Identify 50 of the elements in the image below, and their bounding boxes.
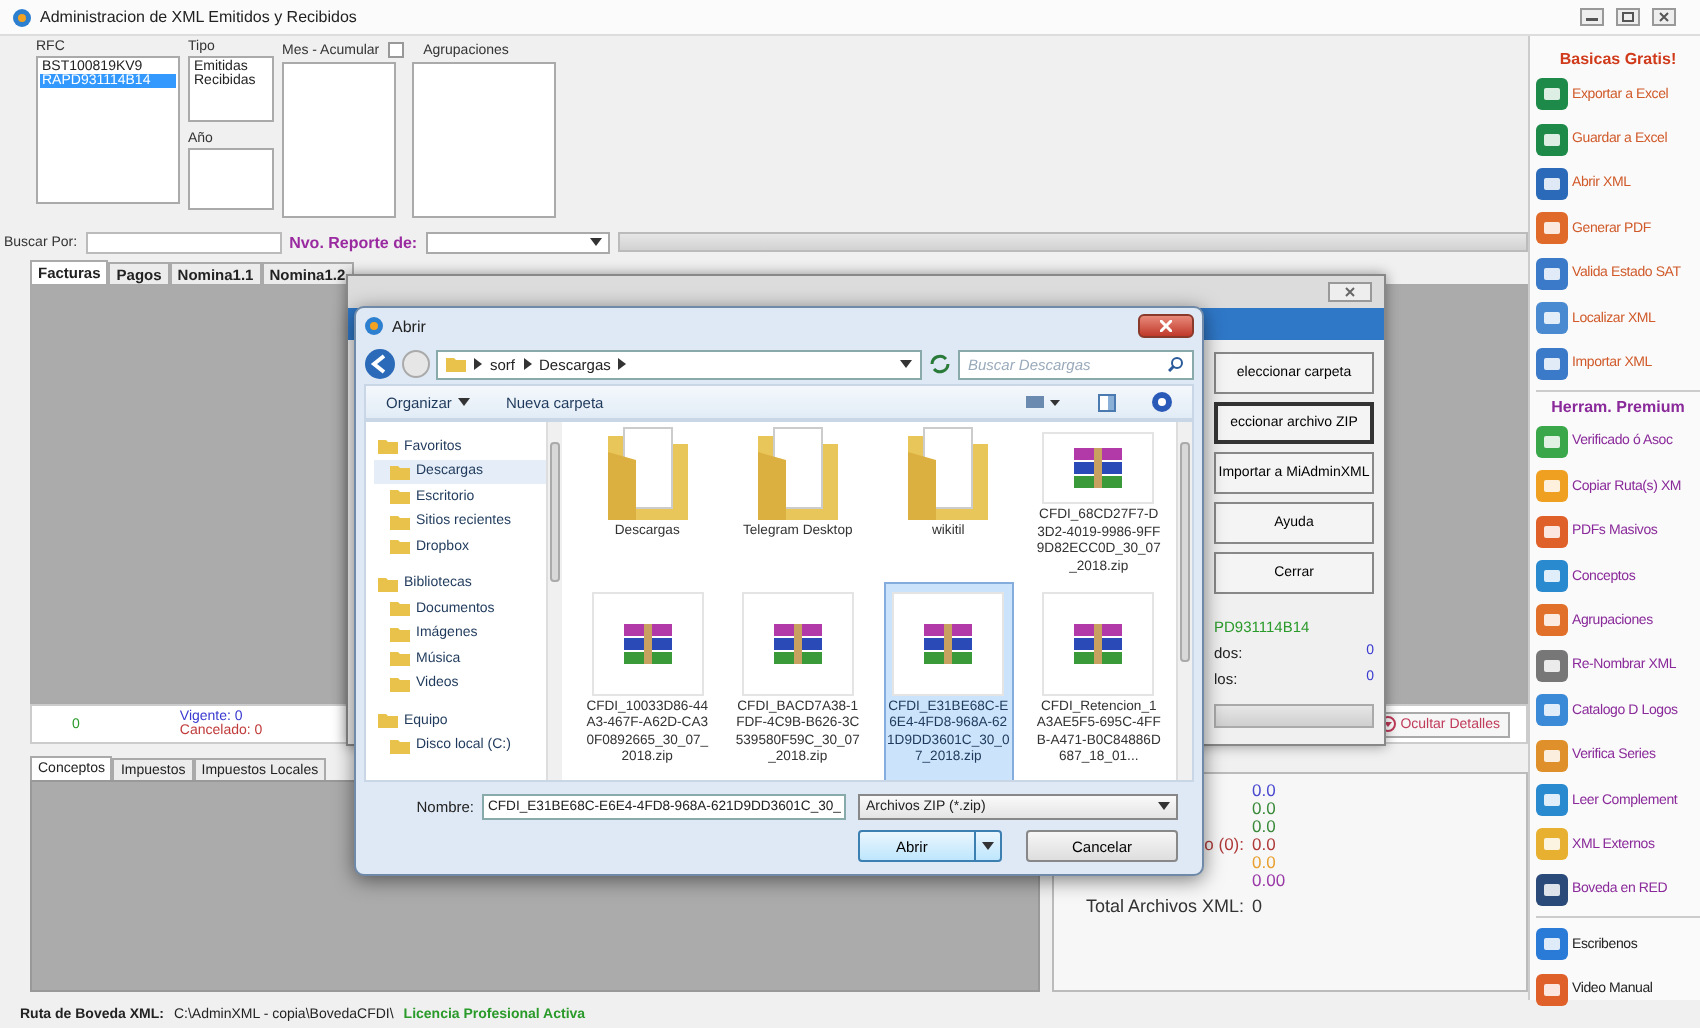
back-icon[interactable] xyxy=(364,348,396,380)
caret-icon xyxy=(1158,802,1170,810)
close-icon[interactable] xyxy=(1652,8,1676,26)
total-value: 0 xyxy=(1252,894,1265,920)
scrollbar[interactable] xyxy=(1176,422,1192,780)
total-value: 0.0 xyxy=(1252,854,1278,872)
total-label: Total Archivos XML: xyxy=(1085,894,1246,920)
total-value: 0.0 xyxy=(1252,818,1278,836)
archive-icon xyxy=(771,622,824,666)
app-logo-icon xyxy=(364,316,384,336)
accumulate-checkbox[interactable] xyxy=(387,42,404,58)
window-title: Administracion de XML Emitidos y Recibidos xyxy=(40,8,359,26)
chevron-icon xyxy=(474,358,482,370)
search-field[interactable] xyxy=(85,231,282,253)
report-label: Nvo. Reporte de: xyxy=(289,233,418,251)
caret-icon xyxy=(982,842,994,850)
preview-pane-icon[interactable] xyxy=(1098,393,1116,411)
archive-icon xyxy=(1072,446,1125,491)
chevron-icon xyxy=(523,358,532,370)
report-select[interactable] xyxy=(425,231,610,253)
total-value: 0.0 xyxy=(1252,836,1278,854)
caret-icon xyxy=(589,238,602,246)
caret-icon xyxy=(457,398,470,406)
total-label: o (0): xyxy=(1204,836,1246,854)
view-options-icon[interactable] xyxy=(1026,394,1062,410)
total-value: 0.0 xyxy=(1252,782,1278,800)
sidebar-heading: Basicas Gratis! xyxy=(1557,48,1679,72)
refresh-icon[interactable] xyxy=(928,352,952,376)
month-list[interactable] xyxy=(282,62,396,218)
close-icon xyxy=(1160,320,1172,332)
help-icon[interactable] xyxy=(1152,392,1172,412)
total-value: 0.0 xyxy=(1252,800,1278,818)
close-button[interactable] xyxy=(1138,314,1194,338)
search-icon xyxy=(1168,356,1184,372)
year-list[interactable] xyxy=(188,148,274,210)
caret-icon xyxy=(900,360,912,368)
maximize-icon[interactable] xyxy=(1616,8,1640,26)
sidebar-heading: Herram. Premium xyxy=(1549,395,1687,420)
close-icon[interactable] xyxy=(1328,282,1372,302)
groups-list[interactable] xyxy=(411,62,556,218)
total-value: 0.00 xyxy=(1252,872,1288,890)
archive-icon xyxy=(1072,622,1125,666)
dialog-title: Abrir xyxy=(392,317,428,335)
archive-icon xyxy=(621,622,674,666)
folder-icon xyxy=(446,356,466,372)
app-logo-icon xyxy=(12,7,32,27)
chevron-icon xyxy=(618,358,627,370)
archive-icon xyxy=(922,622,975,666)
minimize-icon[interactable] xyxy=(1580,8,1604,26)
scrollbar[interactable] xyxy=(546,422,562,780)
